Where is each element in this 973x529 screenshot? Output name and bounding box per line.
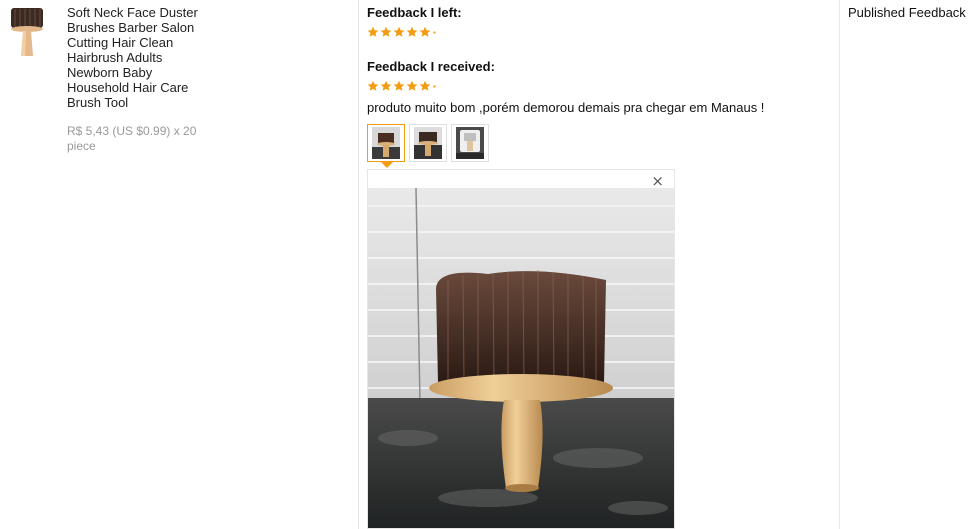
star-icon — [393, 26, 405, 37]
star-icon — [367, 26, 379, 37]
feedback-received-heading: Feedback I received: — [367, 59, 495, 74]
star-icon — [406, 80, 418, 91]
feedback-status: Published Feedback — [848, 5, 966, 20]
star-icon — [367, 80, 379, 91]
feedback-photo-preview: × — [367, 169, 675, 529]
active-thumb-pointer — [381, 162, 393, 168]
star-icon — [419, 26, 431, 37]
feedback-photo-thumb-1[interactable] — [367, 124, 405, 168]
brush-photo-icon — [372, 127, 400, 159]
product-price: R$ 5,43 (US $0.99) x 20 piece — [67, 124, 197, 153]
packaged-brush-photo-icon — [456, 127, 484, 159]
feedback-left-heading: Feedback I left: — [367, 5, 462, 20]
feedback-photo-thumbnails — [367, 124, 489, 168]
feedback-received-rating — [367, 80, 436, 92]
product-title[interactable]: Soft Neck Face Duster Brushes Barber Sal… — [67, 5, 217, 110]
star-icon — [406, 26, 418, 37]
feedback-photo-thumb-2[interactable] — [409, 124, 447, 162]
feedback-left-rating — [367, 26, 436, 38]
product-thumbnail[interactable] — [10, 6, 44, 58]
feedback-column: Feedback I left: Feedback I received: pr… — [359, 0, 839, 529]
star-icon — [393, 80, 405, 91]
star-icon — [380, 80, 392, 91]
close-icon[interactable]: × — [651, 173, 664, 189]
brush-photo-large — [368, 188, 674, 528]
status-column: Published Feedback — [840, 0, 973, 529]
feedback-photo-thumb-3[interactable] — [451, 124, 489, 162]
rating-dot-icon — [433, 84, 436, 88]
rating-dot-icon — [433, 30, 436, 34]
product-column: Soft Neck Face Duster Brushes Barber Sal… — [0, 0, 358, 529]
brush-photo-icon — [414, 127, 442, 159]
star-icon — [419, 80, 431, 91]
star-icon — [380, 26, 392, 37]
feedback-comment: produto muito bom ,porém demorou demais … — [367, 100, 765, 115]
